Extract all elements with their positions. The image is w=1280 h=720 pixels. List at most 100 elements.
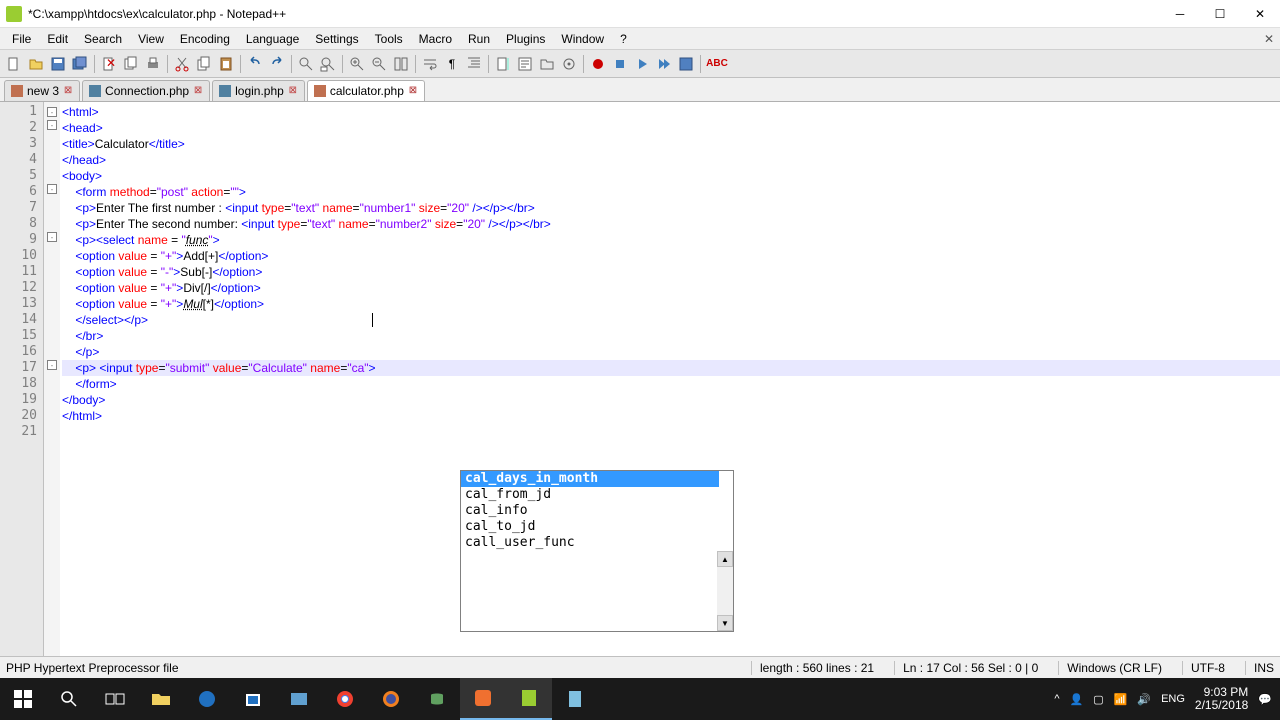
- menu-encoding[interactable]: Encoding: [172, 30, 238, 48]
- save-icon[interactable]: [48, 54, 68, 74]
- autocomplete-item[interactable]: call_user_func: [461, 535, 719, 551]
- word-wrap-icon[interactable]: [420, 54, 440, 74]
- scroll-up-icon[interactable]: ▲: [717, 551, 733, 567]
- tab-connection[interactable]: Connection.php ⊠: [82, 80, 210, 101]
- close-button[interactable]: ✕: [1240, 0, 1280, 27]
- paste-icon[interactable]: [216, 54, 236, 74]
- menu-search[interactable]: Search: [76, 30, 130, 48]
- clock-date: 2/15/2018: [1195, 699, 1248, 712]
- app-icon-1[interactable]: [276, 678, 322, 720]
- sync-scroll-icon[interactable]: [391, 54, 411, 74]
- autocomplete-list: cal_days_in_month cal_from_jd cal_info c…: [461, 471, 719, 551]
- line-number-gutter: 123456789101112131415161718192021: [0, 102, 44, 682]
- cut-icon[interactable]: [172, 54, 192, 74]
- replace-icon[interactable]: [318, 54, 338, 74]
- redo-icon[interactable]: [267, 54, 287, 74]
- tab-login[interactable]: login.php ⊠: [212, 80, 305, 101]
- tab-close-icon[interactable]: ⊠: [288, 86, 298, 96]
- zoom-out-icon[interactable]: [369, 54, 389, 74]
- task-view-icon[interactable]: [92, 678, 138, 720]
- status-encoding[interactable]: UTF-8: [1182, 661, 1225, 675]
- xampp-icon[interactable]: [460, 678, 506, 720]
- save-all-icon[interactable]: [70, 54, 90, 74]
- notepad-icon[interactable]: [552, 678, 598, 720]
- maximize-button[interactable]: ☐: [1200, 0, 1240, 27]
- zoom-in-icon[interactable]: [347, 54, 367, 74]
- titlebar: *C:\xampp\htdocs\ex\calculator.php - Not…: [0, 0, 1280, 28]
- tab-close-icon[interactable]: ⊠: [63, 86, 73, 96]
- clock[interactable]: 9:03 PM 2/15/2018: [1195, 686, 1248, 712]
- tab-calculator[interactable]: calculator.php ⊠: [307, 80, 425, 101]
- show-all-chars-icon[interactable]: ¶: [442, 54, 462, 74]
- battery-icon[interactable]: ▢: [1093, 693, 1103, 706]
- open-file-icon[interactable]: [26, 54, 46, 74]
- autocomplete-item[interactable]: cal_to_jd: [461, 519, 719, 535]
- doc-map-icon[interactable]: [493, 54, 513, 74]
- people-icon[interactable]: 👤: [1070, 693, 1084, 706]
- search-icon[interactable]: [46, 678, 92, 720]
- menu-macro[interactable]: Macro: [411, 30, 460, 48]
- store-icon[interactable]: [230, 678, 276, 720]
- autocomplete-scrollbar[interactable]: ▲ ▼: [717, 551, 733, 631]
- menu-language[interactable]: Language: [238, 30, 307, 48]
- stop-macro-icon[interactable]: [610, 54, 630, 74]
- file-explorer-icon[interactable]: [138, 678, 184, 720]
- undo-icon[interactable]: [245, 54, 265, 74]
- monitoring-icon[interactable]: [559, 54, 579, 74]
- close-file-icon[interactable]: ✕: [99, 54, 119, 74]
- folder-workspace-icon[interactable]: [537, 54, 557, 74]
- find-icon[interactable]: [296, 54, 316, 74]
- fold-column: -----: [44, 102, 60, 682]
- tab-label: Connection.php: [105, 84, 189, 98]
- autocomplete-popup: cal_days_in_month cal_from_jd cal_info c…: [460, 470, 734, 632]
- new-file-icon[interactable]: [4, 54, 24, 74]
- menu-view[interactable]: View: [130, 30, 172, 48]
- menu-file[interactable]: File: [4, 30, 39, 48]
- copy-icon[interactable]: [194, 54, 214, 74]
- indent-guide-icon[interactable]: [464, 54, 484, 74]
- autocomplete-item[interactable]: cal_days_in_month: [461, 471, 719, 487]
- tab-label: login.php: [235, 84, 284, 98]
- tab-new3[interactable]: new 3 ⊠: [4, 80, 80, 101]
- edge-icon[interactable]: [184, 678, 230, 720]
- menu-help[interactable]: ?: [612, 30, 635, 48]
- taskbar: ^ 👤 ▢ 📶 🔊 ENG 9:03 PM 2/15/2018 💬: [0, 678, 1280, 720]
- scroll-down-icon[interactable]: ▼: [717, 615, 733, 631]
- autocomplete-item[interactable]: cal_from_jd: [461, 487, 719, 503]
- code-editor[interactable]: 123456789101112131415161718192021 ----- …: [0, 102, 1280, 682]
- menu-settings[interactable]: Settings: [307, 30, 366, 48]
- tab-close-icon[interactable]: ⊠: [408, 86, 418, 96]
- doc-close-icon[interactable]: ✕: [1264, 32, 1274, 46]
- menu-window[interactable]: Window: [553, 30, 612, 48]
- play-macro-icon[interactable]: [632, 54, 652, 74]
- window-title: *C:\xampp\htdocs\ex\calculator.php - Not…: [28, 7, 1160, 21]
- menu-tools[interactable]: Tools: [367, 30, 411, 48]
- status-mode[interactable]: INS: [1245, 661, 1274, 675]
- firefox-icon[interactable]: [368, 678, 414, 720]
- notepadpp-icon[interactable]: [506, 678, 552, 720]
- scroll-thumb[interactable]: [717, 567, 733, 615]
- play-multi-macro-icon[interactable]: [654, 54, 674, 74]
- language-indicator[interactable]: ENG: [1161, 693, 1185, 705]
- record-macro-icon[interactable]: [588, 54, 608, 74]
- function-list-icon[interactable]: [515, 54, 535, 74]
- dirty-file-icon: [11, 85, 23, 97]
- close-all-icon[interactable]: [121, 54, 141, 74]
- print-icon[interactable]: [143, 54, 163, 74]
- notifications-icon[interactable]: 💬: [1258, 693, 1272, 706]
- chrome-icon[interactable]: [322, 678, 368, 720]
- autocomplete-item[interactable]: cal_info: [461, 503, 719, 519]
- wifi-icon[interactable]: 📶: [1114, 693, 1128, 706]
- menu-plugins[interactable]: Plugins: [498, 30, 553, 48]
- tab-close-icon[interactable]: ⊠: [193, 86, 203, 96]
- status-eol[interactable]: Windows (CR LF): [1058, 661, 1162, 675]
- menu-run[interactable]: Run: [460, 30, 498, 48]
- spell-check-icon[interactable]: ABC: [705, 54, 729, 74]
- save-macro-icon[interactable]: [676, 54, 696, 74]
- volume-icon[interactable]: 🔊: [1137, 693, 1151, 706]
- mysql-icon[interactable]: [414, 678, 460, 720]
- menu-edit[interactable]: Edit: [39, 30, 76, 48]
- start-button[interactable]: [0, 678, 46, 720]
- minimize-button[interactable]: ─: [1160, 0, 1200, 27]
- tray-chevron-icon[interactable]: ^: [1054, 693, 1059, 705]
